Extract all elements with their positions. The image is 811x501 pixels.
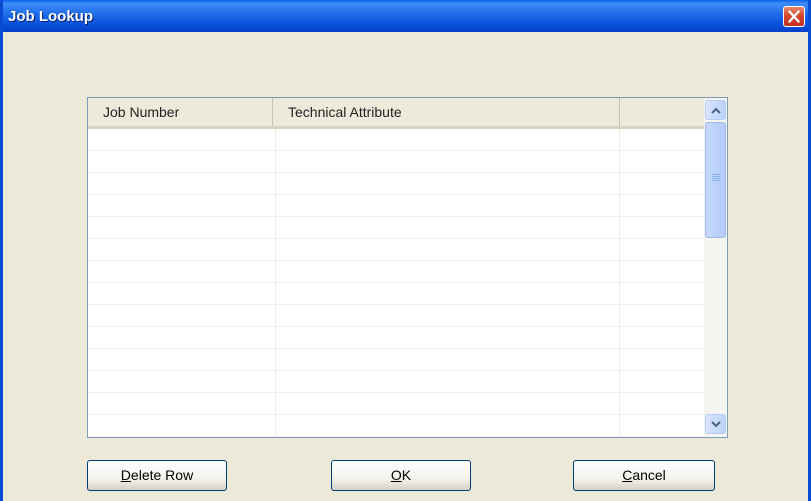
table-cell[interactable] [620,261,704,282]
close-icon [788,10,800,23]
grid-body [88,129,704,437]
table-cell[interactable] [620,151,704,172]
table-cell[interactable] [620,173,704,194]
scroll-thumb[interactable] [705,122,726,238]
table-cell[interactable] [88,239,276,260]
table-row[interactable] [88,217,704,239]
table-cell[interactable] [276,239,620,260]
vertical-scrollbar[interactable] [704,98,727,437]
table-cell[interactable] [88,327,276,348]
scroll-grip [712,180,720,181]
scroll-grip [712,174,720,175]
title-bar[interactable]: Job Lookup [3,0,808,32]
table-cell[interactable] [620,305,704,326]
table-cell[interactable] [276,327,620,348]
table-row[interactable] [88,129,704,151]
table-cell[interactable] [276,371,620,392]
table-cell[interactable] [276,261,620,282]
table-cell[interactable] [88,349,276,370]
table-row[interactable] [88,283,704,305]
close-button[interactable] [783,6,805,27]
table-cell[interactable] [620,327,704,348]
delete-row-button[interactable]: Delete Row [87,460,227,491]
scroll-up-button[interactable] [705,100,726,120]
table-cell[interactable] [620,217,704,238]
delete-row-label: elete Row [130,467,194,483]
cancel-accesskey: C [622,467,633,483]
table-row[interactable] [88,371,704,393]
cancel-label: ancel [632,467,666,483]
table-cell[interactable] [88,305,276,326]
table-row[interactable] [88,305,704,327]
ok-accesskey: O [390,467,402,483]
table-cell[interactable] [620,371,704,392]
table-row[interactable] [88,151,704,173]
table-cell[interactable] [88,261,276,282]
table-cell[interactable] [276,283,620,304]
table-cell[interactable] [88,283,276,304]
column-header-job-number[interactable]: Job Number [88,98,273,126]
delete-row-accesskey: D [120,467,131,483]
scroll-down-button[interactable] [705,414,726,434]
table-cell[interactable] [620,239,704,260]
table-row[interactable] [88,239,704,261]
table-cell[interactable] [88,173,276,194]
chevron-up-icon [711,107,721,114]
table-cell[interactable] [88,371,276,392]
table-cell[interactable] [620,393,704,414]
table-cell[interactable] [276,217,620,238]
ok-label: K [401,467,412,483]
table-row[interactable] [88,327,704,349]
table-cell[interactable] [276,173,620,194]
table-cell[interactable] [276,195,620,216]
table-row[interactable] [88,415,704,437]
table-cell[interactable] [620,283,704,304]
table-row[interactable] [88,261,704,283]
table-row[interactable] [88,393,704,415]
table-row[interactable] [88,349,704,371]
table-row[interactable] [88,173,704,195]
table-cell[interactable] [276,129,620,150]
table-cell[interactable] [276,151,620,172]
window-title: Job Lookup [8,8,93,25]
table-cell[interactable] [88,393,276,414]
job-lookup-dialog: Job Lookup Job Number Technical Attribut… [0,0,811,501]
ok-button[interactable]: OK [331,460,471,491]
grid-header: Job Number Technical Attribute [88,98,704,129]
table-cell[interactable] [276,305,620,326]
table-cell[interactable] [276,393,620,414]
cancel-button[interactable]: Cancel [573,460,715,491]
table-row[interactable] [88,195,704,217]
table-cell[interactable] [276,415,620,436]
table-cell[interactable] [620,415,704,436]
scroll-grip [712,176,720,177]
table-cell[interactable] [620,349,704,370]
job-lookup-grid[interactable]: Job Number Technical Attribute [87,97,728,438]
scroll-grip [712,178,720,179]
column-header-extra[interactable] [620,98,704,126]
table-cell[interactable] [88,129,276,150]
chevron-down-icon [711,421,721,428]
table-cell[interactable] [88,415,276,436]
table-cell[interactable] [276,349,620,370]
table-cell[interactable] [620,129,704,150]
column-header-technical-attribute[interactable]: Technical Attribute [273,98,620,126]
table-cell[interactable] [620,195,704,216]
table-cell[interactable] [88,217,276,238]
table-cell[interactable] [88,195,276,216]
table-cell[interactable] [88,151,276,172]
